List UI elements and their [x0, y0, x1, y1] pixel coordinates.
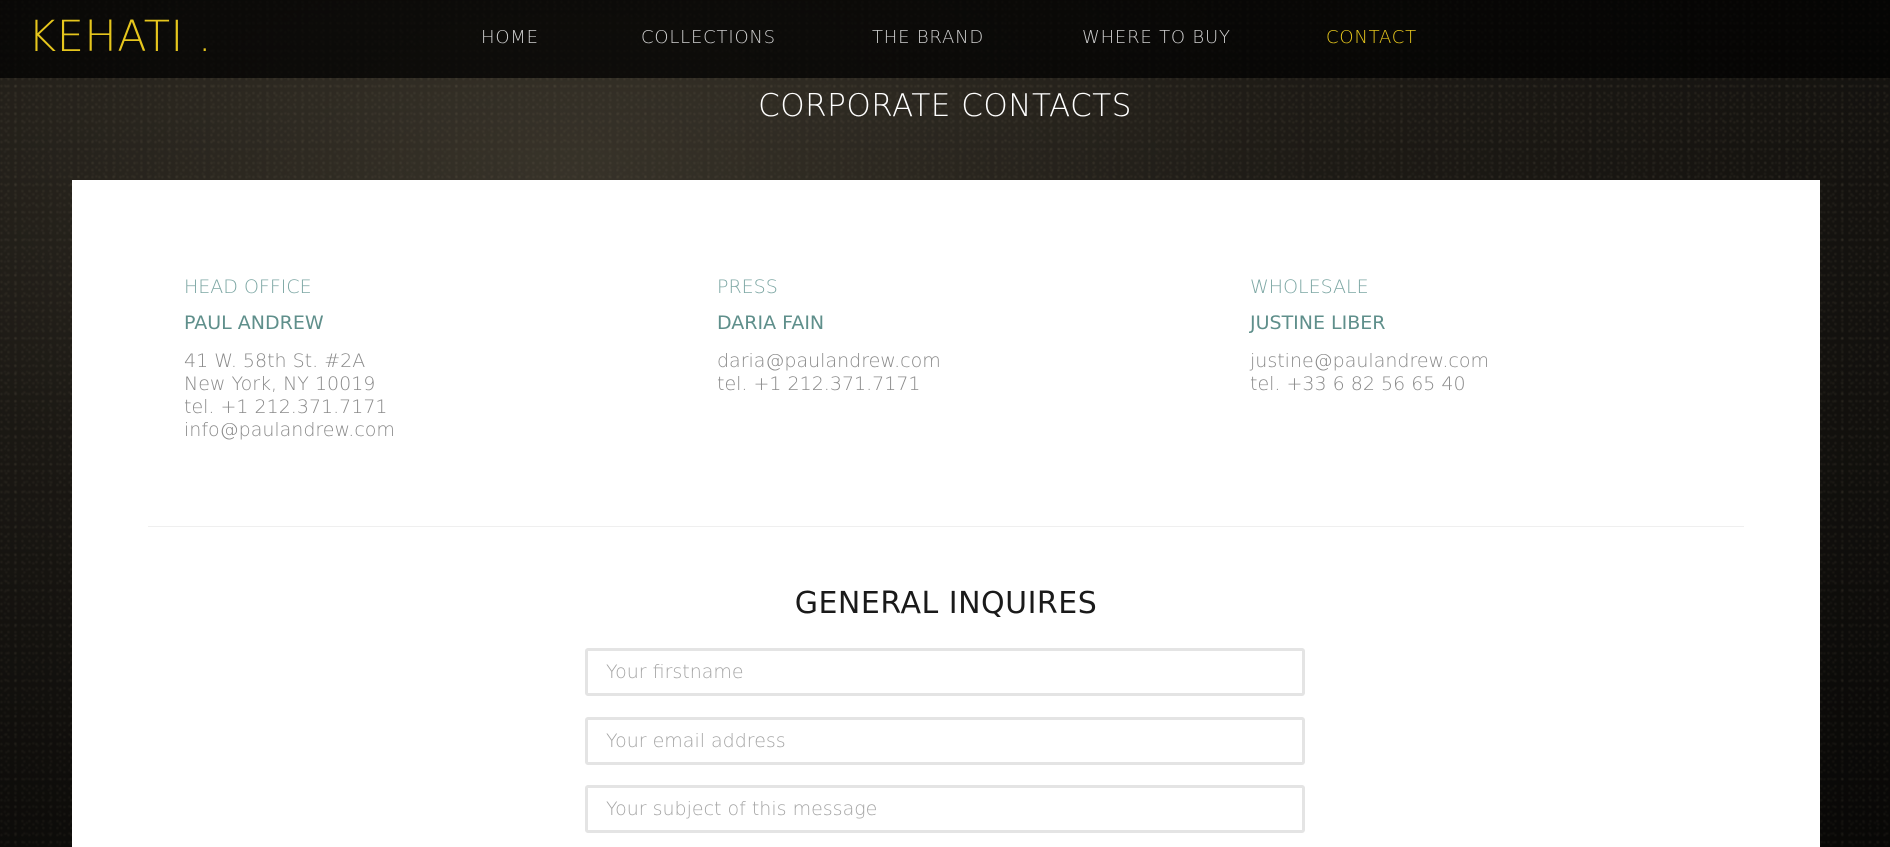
contact-head-office: HEAD OFFICE PAUL ANDREW 41 W. 58th St. #… — [184, 276, 684, 442]
contact-phone[interactable]: tel. +1 212.371.7171 — [184, 396, 684, 419]
contact-address-line: 41 W. 58th St. #2A — [184, 350, 366, 372]
email-input[interactable] — [585, 717, 1305, 765]
subject-input[interactable] — [585, 785, 1305, 833]
section-divider — [148, 526, 1744, 527]
nav-where-to-buy[interactable]: WHERE TO BUY — [1082, 27, 1231, 48]
contact-email[interactable]: info@paulandrew.com — [184, 419, 684, 442]
nav-contact[interactable]: CONTACT — [1326, 27, 1417, 48]
contact-name: PAUL ANDREW — [184, 312, 324, 334]
contact-email[interactable]: daria@paulandrew.com — [717, 350, 1217, 373]
contact-phone[interactable]: tel. +1 212.371.7171 — [717, 373, 1217, 396]
page-title: CORPORATE CONTACTS — [758, 88, 1132, 124]
firstname-input[interactable] — [585, 648, 1305, 696]
contact-department: WHOLESALE — [1250, 276, 1369, 298]
contact-wholesale: WHOLESALE JUSTINE LIBER justine@paulandr… — [1250, 276, 1750, 396]
nav-collections[interactable]: COLLECTIONS — [641, 27, 776, 48]
contact-name: JUSTINE LIBER — [1250, 312, 1386, 334]
nav-home[interactable]: HOME — [481, 27, 539, 48]
contact-name: DARIA FAIN — [717, 312, 825, 334]
top-navigation-bar: KEHATI . HOME COLLECTIONS THE BRAND WHER… — [0, 0, 1890, 78]
brand-logo[interactable]: KEHATI . — [28, 12, 212, 62]
contact-department: HEAD OFFICE — [184, 276, 312, 298]
contact-panel: HEAD OFFICE PAUL ANDREW 41 W. 58th St. #… — [72, 180, 1820, 847]
nav-the-brand[interactable]: THE BRAND — [872, 27, 984, 48]
contact-email[interactable]: justine@paulandrew.com — [1250, 350, 1750, 373]
contact-address-line: New York, NY 10019 — [184, 373, 376, 395]
contact-department: PRESS — [717, 276, 778, 298]
contact-press: PRESS DARIA FAIN daria@paulandrew.com te… — [717, 276, 1217, 396]
form-title: GENERAL INQUIRES — [794, 586, 1098, 621]
contact-phone[interactable]: tel. +33 6 82 56 65 40 — [1250, 373, 1750, 396]
